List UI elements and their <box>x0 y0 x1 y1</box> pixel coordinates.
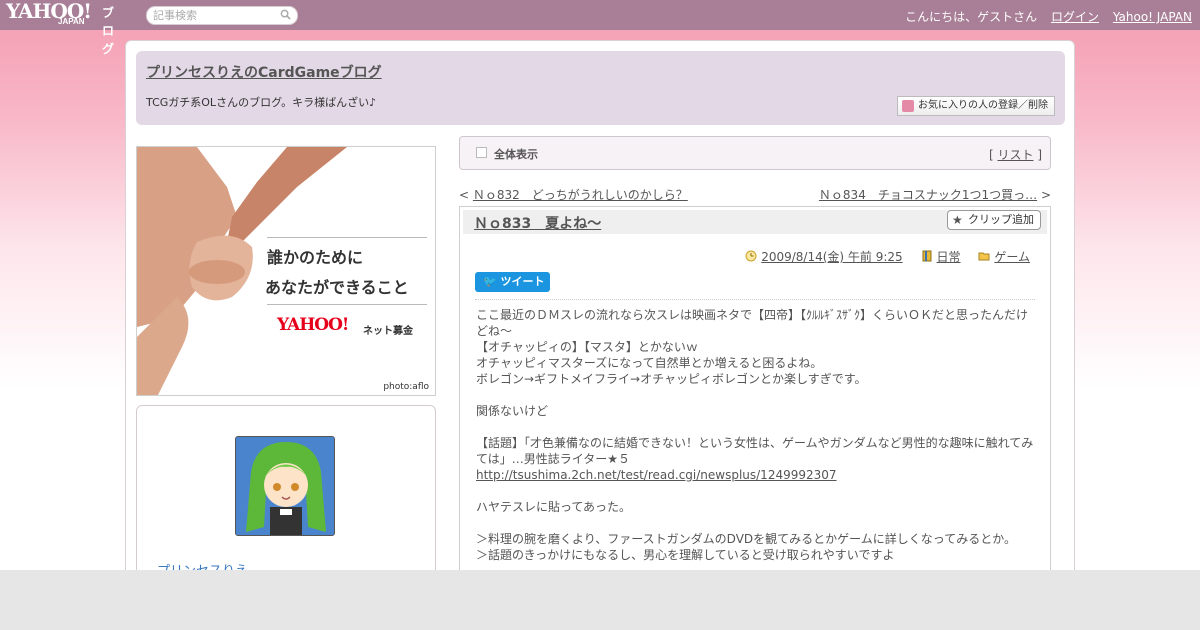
list-bracket-close: ] <box>1037 148 1042 162</box>
next-article-link[interactable]: Ｎｏ834 チョコスナック1つ1つ買っ… <box>819 188 1037 202</box>
next-wrap: Ｎｏ834 チョコスナック1つ1つ買っ… > <box>819 186 1051 203</box>
banner-yahoo-logo: YAHOO! <box>277 315 349 335</box>
article-date[interactable]: 2009/8/14(金) 午前 9:25 <box>761 250 902 264</box>
banner-tagline: ネット募金 <box>363 326 413 337</box>
category-bar: 全体表示 [ リスト ] <box>459 136 1051 170</box>
paragraph-4: ハヤテスレに貼ってあった。 <box>476 500 632 514</box>
avatar[interactable] <box>235 436 335 536</box>
article: Ｎｏ833 夏よね～ ★ クリップ追加 2009/8/14(金) 午前 9:25… <box>459 206 1051 586</box>
tweet-button[interactable]: 🐦 ツイート <box>475 272 550 292</box>
logo-blog: ブログ <box>102 6 115 56</box>
top-bar: YAHOO! JAPAN ブログ こんにちは、ゲストさん ログイン Yahoo!… <box>0 0 1200 56</box>
prev-article-link[interactable]: Ｎｏ832 どっちがうれしいのかしら？ <box>473 188 688 202</box>
article-title[interactable]: Ｎｏ833 夏よね～ <box>474 213 601 233</box>
article-meta: 2009/8/14(金) 午前 9:25 日常 ゲーム <box>731 248 1030 265</box>
book-icon <box>922 250 932 262</box>
list-view: [ リスト ] <box>989 146 1042 163</box>
banner-rule-top <box>267 237 427 238</box>
login-link[interactable]: ログイン <box>1051 10 1099 24</box>
blog-title[interactable]: プリンセスりえのCardGameブログ <box>146 62 382 82</box>
quote-2: ＞話題のきっかけにもなるし、男心を理解していると受け取られやすいですよ <box>476 548 895 562</box>
hands-illustration <box>137 147 347 395</box>
blog-container: プリンセスりえのCardGameブログ TCGガチ系OLさんのブログ。キラ様ばん… <box>125 40 1075 605</box>
search-input[interactable] <box>153 7 277 24</box>
banner-rule-bottom <box>267 304 427 305</box>
favorite-register-label: お気に入りの人の登録／削除 <box>918 100 1048 111</box>
photo-credit: photo:aflo <box>383 382 429 392</box>
heart-icon <box>902 100 914 112</box>
paragraph-2: 関係ないけど <box>476 404 549 418</box>
clip-add-label: クリップ追加 <box>968 213 1034 226</box>
blog-header: プリンセスりえのCardGameブログ TCGガチ系OLさんのブログ。キラ様ばん… <box>136 51 1065 125</box>
banner-line-2: あなたができること <box>265 278 409 297</box>
category-label: 全体表示 <box>494 148 538 161</box>
page-footer <box>0 570 1200 630</box>
search-icon[interactable] <box>280 9 291 20</box>
article-body: ここ最近のＤＭスレの流れなら次スレは映画ネタで【四帝】【ｸﾙﾙｷﾞｽｻﾞｸ】くら… <box>476 307 1038 563</box>
folder-icon <box>978 252 990 261</box>
article-header: Ｎｏ833 夏よね～ ★ クリップ追加 <box>463 210 1047 234</box>
avatar-image <box>236 437 334 535</box>
logo-sub: JAPAN <box>58 17 85 26</box>
tweet-label: ツイート <box>500 275 545 288</box>
blog-description: TCGガチ系OLさんのブログ。キラ様ばんざい♪ <box>146 96 377 109</box>
list-bracket-open: [ <box>988 148 994 162</box>
prev-marker: < <box>459 188 470 202</box>
yahoo-japan-link[interactable]: Yahoo! JAPAN <box>1113 10 1192 24</box>
article-link[interactable]: http://tsushima.2ch.net/test/read.cgi/ne… <box>476 468 837 482</box>
donation-banner[interactable]: 誰かのために あなたができること YAHOO! ネット募金 photo:aflo <box>136 146 436 396</box>
search-box <box>146 6 298 25</box>
category-game-link[interactable]: ゲーム <box>994 250 1030 264</box>
clip-add-button[interactable]: ★ クリップ追加 <box>947 210 1041 230</box>
chevron-right-icon <box>476 147 487 158</box>
paragraph-3: 【話題】「才色兼備なのに結婚できない！という女性は、ゲームやガンダムなど男性的な… <box>476 436 1034 466</box>
paragraph-1: ここ最近のＤＭスレの流れなら次スレは映画ネタで【四帝】【ｸﾙﾙｷﾞｽｻﾞｸ】くら… <box>476 308 1029 386</box>
twitter-bird-icon: 🐦 <box>483 275 501 288</box>
divider <box>475 299 1035 300</box>
clock-icon <box>745 250 757 262</box>
category-daily-link[interactable]: 日常 <box>937 250 961 264</box>
user-nav: こんにちは、ゲストさん ログイン Yahoo! JAPAN <box>895 8 1192 25</box>
greeting: こんにちは、ゲストさん <box>905 10 1038 24</box>
banner-line-1: 誰かのために <box>267 248 364 267</box>
list-link[interactable]: リスト <box>997 148 1033 162</box>
next-marker: > <box>1040 188 1051 202</box>
star-icon: ★ <box>952 213 963 227</box>
yahoo-blog-logo[interactable]: YAHOO! JAPAN ブログ <box>6 1 114 56</box>
article-pagination: < Ｎｏ832 どっちがうれしいのかしら？ Ｎｏ834 チョコスナック1つ1つ買… <box>459 186 1051 203</box>
favorite-register-button[interactable]: お気に入りの人の登録／削除 <box>897 96 1055 116</box>
quote-1: ＞料理の腕を磨くより、ファーストガンダムのDVDを観てみるとかゲームに詳しくなっ… <box>476 532 1016 546</box>
